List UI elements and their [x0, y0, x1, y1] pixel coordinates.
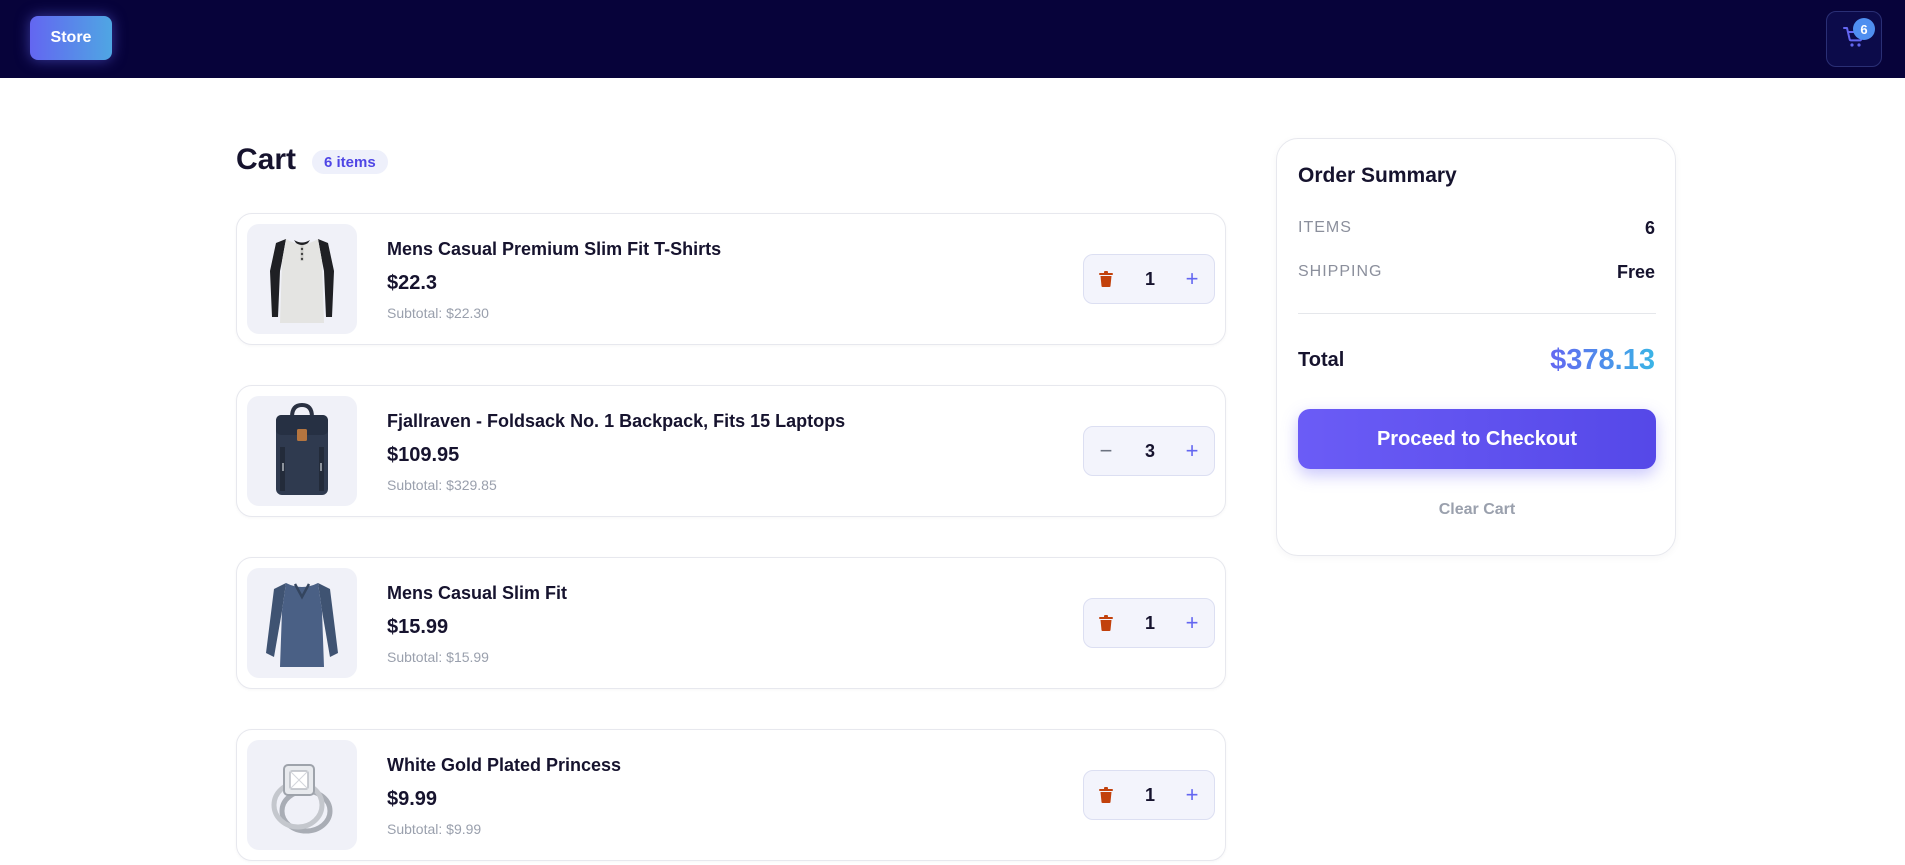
- quantity-stepper: 1 +: [1083, 254, 1215, 304]
- product-name[interactable]: White Gold Plated Princess: [387, 755, 621, 776]
- increase-quantity-button[interactable]: +: [1170, 255, 1214, 303]
- product-price: $15.99: [387, 616, 449, 638]
- product-subtotal: Subtotal: $9.99: [387, 821, 482, 837]
- increase-quantity-button[interactable]: +: [1170, 427, 1214, 475]
- increase-quantity-button[interactable]: +: [1170, 599, 1214, 647]
- decrease-quantity-button[interactable]: −: [1084, 427, 1128, 475]
- plus-icon: +: [1185, 782, 1199, 807]
- product-thumbnail[interactable]: [247, 396, 357, 506]
- cart-item: Mens Casual Premium Slim Fit T-Shirts $2…: [236, 213, 1226, 345]
- order-summary-panel: Order Summary ITEMS 6 SHIPPING Free Tota…: [1276, 138, 1676, 556]
- quantity-value: 1: [1144, 268, 1155, 289]
- product-price: $22.3: [387, 272, 438, 294]
- product-name[interactable]: Fjallraven - Foldsack No. 1 Backpack, Fi…: [387, 411, 845, 432]
- product-subtotal: Subtotal: $15.99: [387, 649, 489, 665]
- summary-divider: [1298, 313, 1656, 314]
- product-price: $9.99: [387, 788, 438, 810]
- shipping-label: SHIPPING: [1298, 263, 1383, 280]
- items-label: ITEMS: [1298, 219, 1352, 236]
- product-subtotal: Subtotal: $22.30: [387, 305, 489, 321]
- quantity-stepper: − 3 +: [1083, 426, 1215, 476]
- cart-item: White Gold Plated Princess $9.99 Subtota…: [236, 729, 1226, 861]
- top-navbar: Store 6: [0, 0, 1905, 78]
- plus-icon: +: [1185, 266, 1199, 291]
- items-count-badge: 6 items: [312, 150, 388, 174]
- plus-icon: +: [1185, 610, 1199, 635]
- cart-button[interactable]: 6: [1826, 11, 1882, 67]
- store-button[interactable]: Store: [30, 16, 112, 60]
- long-sleeve-shirt-image: [266, 583, 338, 667]
- total-value: $378.13: [1550, 344, 1655, 376]
- product-subtotal: Subtotal: $329.85: [387, 477, 497, 493]
- quantity-stepper: 1 +: [1083, 770, 1215, 820]
- cart-item: Mens Casual Slim Fit $15.99 Subtotal: $1…: [236, 557, 1226, 689]
- trash-icon: [1099, 615, 1113, 631]
- henley-shirt-image: [270, 239, 334, 323]
- total-label: Total: [1298, 349, 1345, 371]
- remove-item-button[interactable]: [1084, 599, 1128, 647]
- ring-image: [271, 764, 333, 834]
- product-name[interactable]: Mens Casual Slim Fit: [387, 583, 567, 604]
- product-price: $109.95: [387, 444, 460, 466]
- increase-quantity-button[interactable]: +: [1170, 771, 1214, 819]
- product-thumbnail[interactable]: [247, 740, 357, 850]
- order-summary-title: Order Summary: [1298, 164, 1457, 187]
- remove-item-button[interactable]: [1084, 771, 1128, 819]
- clear-cart-button[interactable]: Clear Cart: [1298, 497, 1656, 523]
- cart-title: Cart: [236, 143, 297, 176]
- shipping-value: Free: [1616, 262, 1655, 282]
- product-name[interactable]: Mens Casual Premium Slim Fit T-Shirts: [387, 239, 721, 260]
- plus-icon: +: [1185, 438, 1199, 463]
- product-thumbnail[interactable]: [247, 224, 357, 334]
- quantity-value: 1: [1144, 612, 1155, 633]
- trash-icon: [1099, 271, 1113, 287]
- trash-icon: [1099, 787, 1113, 803]
- cart-count-badge: 6: [1853, 18, 1875, 40]
- minus-icon: −: [1099, 438, 1113, 463]
- quantity-value: 1: [1144, 784, 1155, 805]
- proceed-to-checkout-button[interactable]: Proceed to Checkout: [1298, 409, 1656, 469]
- remove-item-button[interactable]: [1084, 255, 1128, 303]
- items-value: 6: [1644, 218, 1655, 238]
- product-thumbnail[interactable]: [247, 568, 357, 678]
- quantity-value: 3: [1144, 440, 1155, 461]
- cart-item: Fjallraven - Foldsack No. 1 Backpack, Fi…: [236, 385, 1226, 517]
- backpack-image: [276, 403, 328, 495]
- quantity-stepper: 1 +: [1083, 598, 1215, 648]
